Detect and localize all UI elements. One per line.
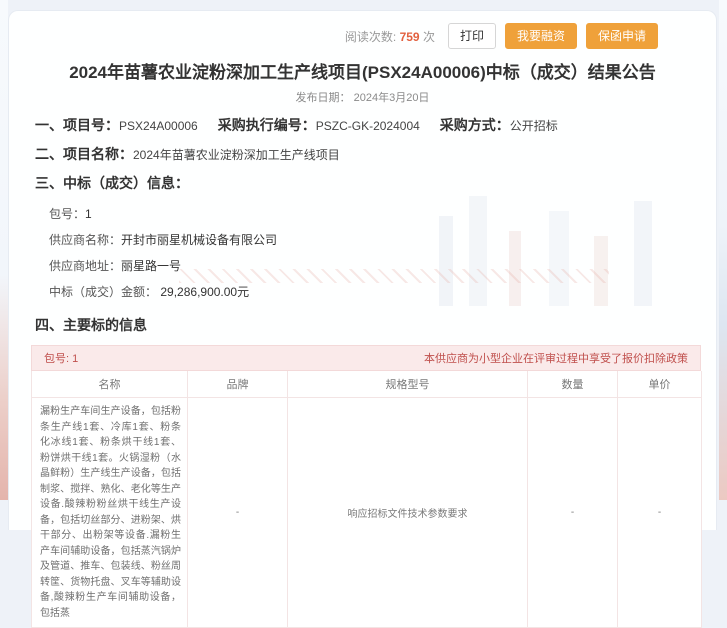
project-name-value: 2024年苗薯农业淀粉深加工生产线项目 [133, 148, 340, 162]
read-count-value: 759 [400, 30, 420, 44]
award-amount-value: 29,286,900.00元 [160, 285, 249, 299]
announcement-card: 阅读次数: 759 次 打印 我要融资 保函申请 2024年苗薯农业淀粉深加工生… [8, 10, 717, 530]
supplier-name-value: 开封市丽星机械设备有限公司 [121, 233, 277, 247]
publish-date-value: 2024年3月20日 [354, 92, 430, 104]
toolbar: 阅读次数: 759 次 打印 我要融资 保函申请 [9, 11, 716, 49]
package-notice-bar: 包号: 1 本供应商为小型企业在评审过程中享受了报价扣除政策 [31, 345, 701, 371]
award-amount-label: 中标（成交）金额： [49, 285, 157, 299]
table-header-row: 名称 品牌 规格型号 数量 单价 [32, 371, 702, 398]
section-award-info-heading: 三、中标（成交）信息： [35, 173, 716, 193]
publish-date-label: 发布日期： [296, 92, 351, 104]
section-project-name: 二、项目名称：2024年苗薯农业淀粉深加工生产线项目 [35, 144, 716, 164]
project-name-label: 二、项目名称： [35, 146, 133, 162]
award-amount-line: 中标（成交）金额： 29,286,900.00元 [49, 279, 716, 305]
procurement-method-label: 采购方式： [440, 117, 510, 133]
col-header-name: 名称 [32, 371, 188, 398]
award-info-details: 包号：1 供应商名称：开封市丽星机械设备有限公司 供应商地址：丽星路一号 中标（… [49, 201, 716, 305]
procurement-method-value: 公开招标 [510, 119, 558, 133]
read-count-label: 阅读次数: [345, 30, 396, 44]
small-enterprise-policy-note: 本供应商为小型企业在评审过程中享受了报价扣除政策 [424, 350, 688, 366]
read-count-unit: 次 [423, 30, 435, 44]
guarantee-apply-button[interactable]: 保函申请 [586, 23, 658, 49]
col-header-unit-price: 单价 [618, 371, 702, 398]
supplier-address-value: 丽星路一号 [121, 259, 181, 273]
table-row: 漏粉生产车间生产设备，包括粉条生产线1套、冷库1套、粉条化冰线1套、粉条烘干线1… [32, 398, 702, 628]
col-header-spec: 规格型号 [288, 371, 528, 398]
col-header-brand: 品牌 [188, 371, 288, 398]
cell-quantity: - [528, 398, 618, 628]
section-project-number: 一、项目号：PSX24A00006 采购执行编号：PSZC-GK-2024004 采… [35, 115, 716, 135]
publish-date: 发布日期： 2024年3月20日 [9, 89, 716, 105]
background-photo-left-edge [0, 0, 8, 500]
col-header-quantity: 数量 [528, 371, 618, 398]
package-number-value: 1 [85, 207, 92, 221]
supplier-address-label: 供应商地址： [49, 259, 121, 273]
section-subject-info-heading: 四、主要标的信息 [35, 315, 716, 335]
exec-number-label: 采购执行编号： [218, 117, 316, 133]
cell-brand: - [188, 398, 288, 628]
package-number-label: 包号： [49, 207, 85, 221]
project-number-value: PSX24A00006 [119, 119, 198, 133]
print-button[interactable]: 打印 [448, 23, 496, 49]
supplier-name-line: 供应商名称：开封市丽星机械设备有限公司 [49, 227, 716, 253]
package-bar-label: 包号: 1 [44, 350, 78, 366]
supplier-address-line: 供应商地址：丽星路一号 [49, 253, 716, 279]
page-title: 2024年苗薯农业淀粉深加工生产线项目(PSX24A00006)中标（成交）结果… [49, 58, 676, 83]
package-number-line: 包号：1 [49, 201, 716, 227]
project-number-label: 一、项目号： [35, 117, 119, 133]
supplier-name-label: 供应商名称： [49, 233, 121, 247]
cell-name: 漏粉生产车间生产设备，包括粉条生产线1套、冷库1套、粉条化冰线1套、粉条烘干线1… [32, 398, 188, 628]
cell-unit-price: - [618, 398, 702, 628]
read-count: 阅读次数: 759 次 [345, 28, 435, 45]
exec-number-value: PSZC-GK-2024004 [316, 119, 420, 133]
cell-spec: 响应招标文件技术参数要求 [288, 398, 528, 628]
financing-button[interactable]: 我要融资 [505, 23, 577, 49]
background-photo-right-edge [719, 0, 727, 500]
